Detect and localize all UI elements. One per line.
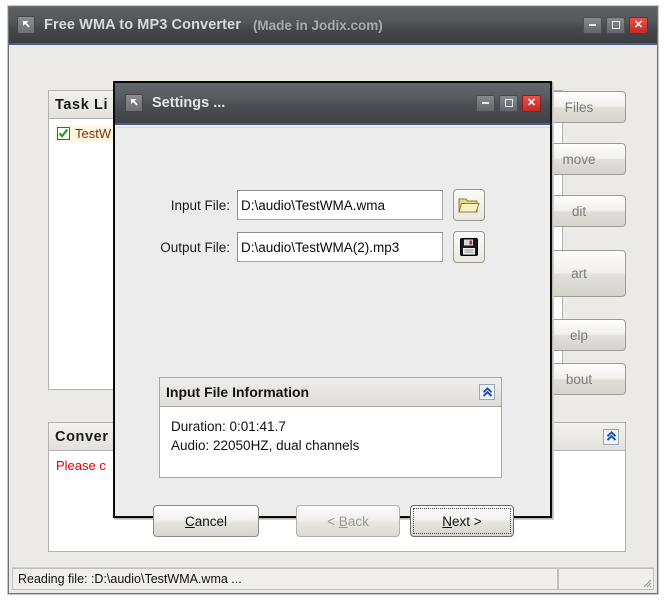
duration-line: Duration: 0:01:41.7 bbox=[171, 419, 286, 434]
input-file-field[interactable]: D:\audio\TestWMA.wma bbox=[237, 190, 443, 220]
dialog-window-controls: ✕ bbox=[476, 94, 541, 112]
chevron-double-up-icon[interactable] bbox=[479, 384, 495, 400]
input-file-row: Input File: D:\audio\TestWMA.wma bbox=[159, 189, 485, 221]
about-label: bout bbox=[565, 371, 593, 387]
audio-line: Audio: 22050HZ, dual channels bbox=[171, 438, 360, 453]
input-file-information-title: Input File Information bbox=[166, 384, 310, 400]
input-file-information-panel: Input File Information Duration: 0:01:41… bbox=[159, 377, 502, 478]
app-arrow-icon bbox=[125, 94, 143, 112]
minimize-icon[interactable] bbox=[476, 94, 495, 112]
floppy-save-icon[interactable] bbox=[453, 231, 485, 263]
dialog-title: Settings ... bbox=[152, 95, 226, 111]
list-item[interactable]: TestW bbox=[55, 125, 114, 142]
folder-open-icon[interactable] bbox=[453, 189, 485, 221]
start-label: art bbox=[571, 266, 587, 281]
dialog-body: Input File: D:\audio\TestWMA.wma Output … bbox=[115, 127, 550, 537]
maximize-icon[interactable] bbox=[606, 16, 625, 34]
next-label: Next > bbox=[442, 513, 482, 529]
task-checkbox[interactable] bbox=[57, 127, 70, 140]
add-files-label: Files bbox=[564, 99, 594, 115]
main-window-controls: ✕ bbox=[583, 16, 648, 34]
input-file-information-body: Duration: 0:01:41.7 Audio: 22050HZ, dual… bbox=[160, 407, 501, 455]
task-item-label: TestW bbox=[75, 126, 112, 141]
close-icon[interactable]: ✕ bbox=[522, 94, 541, 112]
maximize-icon[interactable] bbox=[499, 94, 518, 112]
dialog-title-bar: Settings ... ✕ bbox=[115, 83, 550, 125]
close-icon[interactable]: ✕ bbox=[629, 16, 648, 34]
cancel-label: Cancel bbox=[184, 513, 228, 529]
back-label: < Back bbox=[327, 513, 369, 529]
app-arrow-icon bbox=[17, 16, 35, 34]
title-subtitle: (Made in Jodix.com) bbox=[252, 17, 383, 33]
chevron-double-up-icon[interactable] bbox=[603, 428, 619, 445]
resize-grip-icon[interactable] bbox=[640, 576, 652, 588]
input-file-information-header: Input File Information bbox=[160, 378, 501, 407]
cancel-button[interactable]: Cancel bbox=[153, 505, 259, 537]
status-message: Reading file: :D:\audio\TestWMA.wma ... bbox=[12, 568, 558, 590]
output-file-row: Output File: D:\audio\TestWMA(2).mp3 bbox=[159, 231, 485, 263]
minimize-icon[interactable] bbox=[583, 16, 602, 34]
back-button[interactable]: < Back bbox=[296, 505, 400, 537]
status-secondary bbox=[558, 568, 654, 590]
edit-label: dit bbox=[571, 203, 587, 219]
output-file-field[interactable]: D:\audio\TestWMA(2).mp3 bbox=[237, 232, 443, 262]
status-bar: Reading file: :D:\audio\TestWMA.wma ... bbox=[12, 567, 654, 590]
input-file-label: Input File: bbox=[170, 197, 230, 213]
conversion-title: Conver bbox=[55, 428, 109, 445]
next-button[interactable]: Next > bbox=[410, 505, 514, 537]
help-label: elp bbox=[569, 327, 588, 343]
page-title: Free WMA to MP3 Converter bbox=[44, 17, 241, 33]
task-list-title: Task Li bbox=[55, 96, 109, 113]
output-file-label: Output File: bbox=[160, 239, 230, 255]
settings-dialog: Settings ... ✕ Input File: D:\audio\Test… bbox=[113, 81, 552, 537]
remove-label: move bbox=[562, 151, 596, 167]
main-title-bar: Free WMA to MP3 Converter (Made in Jodix… bbox=[9, 7, 657, 45]
